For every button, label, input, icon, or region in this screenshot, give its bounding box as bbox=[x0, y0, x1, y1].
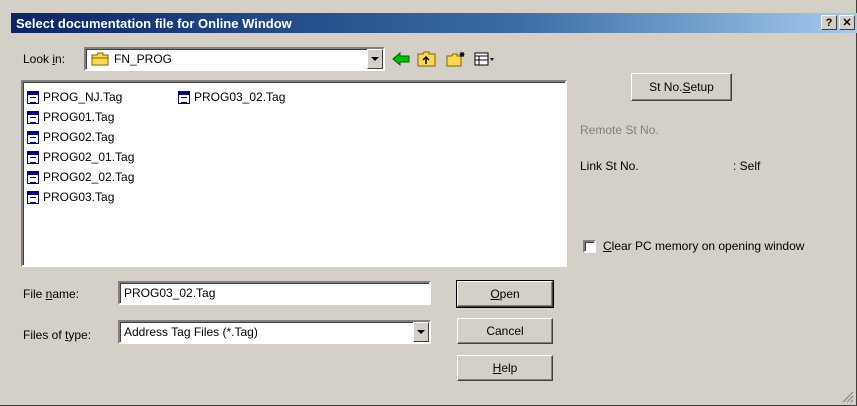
title-bar[interactable]: Select documentation file for Online Win… bbox=[11, 13, 857, 33]
tag-file-icon bbox=[27, 170, 39, 184]
tag-file-icon bbox=[27, 90, 39, 104]
file-name: PROG02.Tag bbox=[43, 130, 115, 144]
file-name: PROG02_02.Tag bbox=[43, 170, 135, 184]
list-item[interactable]: PROG_NJ.Tag bbox=[27, 89, 122, 105]
file-name: PROG03.Tag bbox=[43, 190, 115, 204]
cancel-button[interactable]: Cancel bbox=[457, 318, 553, 344]
chevron-down-icon[interactable] bbox=[367, 49, 383, 69]
help-button[interactable]: Help bbox=[457, 355, 553, 381]
clear-memory-checkbox[interactable] bbox=[583, 240, 596, 253]
tag-file-icon bbox=[27, 150, 39, 164]
file-name: PROG02_01.Tag bbox=[43, 150, 135, 164]
lookin-combo[interactable]: FN_PROG bbox=[84, 47, 385, 71]
up-folder-icon[interactable] bbox=[417, 51, 437, 67]
list-item[interactable]: PROG03.Tag bbox=[27, 189, 114, 205]
list-item[interactable]: PROG01.Tag bbox=[27, 109, 114, 125]
back-arrow-icon[interactable] bbox=[391, 51, 411, 67]
list-item[interactable]: PROG02.Tag bbox=[27, 129, 114, 145]
clear-memory-label[interactable]: Clear PC memory on opening window bbox=[603, 239, 804, 253]
resize-grip-icon[interactable] bbox=[842, 391, 854, 403]
tag-file-icon bbox=[27, 130, 39, 144]
link-st-no-value: : Self bbox=[733, 159, 761, 173]
file-name: PROG01.Tag bbox=[43, 110, 115, 124]
tag-file-icon bbox=[27, 110, 39, 124]
window-title: Select documentation file for Online Win… bbox=[16, 15, 292, 31]
file-list[interactable]: PROG_NJ.Tag PROG01.Tag PROG02.Tag PROG02… bbox=[21, 80, 567, 267]
tag-file-icon bbox=[178, 90, 190, 104]
file-name: PROG03_02.Tag bbox=[194, 90, 286, 104]
filename-input[interactable]: PROG03_02.Tag bbox=[118, 281, 431, 305]
filetype-label: Files of type: bbox=[23, 328, 92, 342]
remote-st-no-label: Remote St No. bbox=[580, 123, 659, 137]
open-button[interactable]: Open bbox=[456, 280, 554, 308]
filetype-select[interactable]: Address Tag Files (*.Tag) bbox=[118, 320, 431, 344]
st-no-setup-button[interactable]: St No. Setup bbox=[631, 73, 732, 101]
filename-value: PROG03_02.Tag bbox=[124, 286, 216, 300]
tag-file-icon bbox=[27, 190, 39, 204]
lookin-label: Look in: bbox=[23, 52, 66, 66]
close-icon[interactable]: ✕ bbox=[839, 15, 855, 30]
link-st-no-label: Link St No. bbox=[580, 159, 639, 173]
file-dialog: Select documentation file for Online Win… bbox=[0, 0, 857, 406]
lookin-value: FN_PROG bbox=[114, 52, 173, 66]
filetype-value: Address Tag Files (*.Tag) bbox=[124, 325, 258, 339]
file-name: PROG_NJ.Tag bbox=[43, 90, 123, 104]
help-icon[interactable]: ? bbox=[821, 15, 837, 30]
list-item[interactable]: PROG03_02.Tag bbox=[178, 89, 285, 105]
chevron-down-icon[interactable] bbox=[413, 322, 429, 342]
list-item[interactable]: PROG02_02.Tag bbox=[27, 169, 134, 185]
filename-label: File name: bbox=[23, 287, 80, 301]
view-menu-icon[interactable] bbox=[474, 51, 496, 67]
folder-icon bbox=[91, 52, 109, 66]
list-item[interactable]: PROG02_01.Tag bbox=[27, 149, 134, 165]
new-folder-icon[interactable] bbox=[446, 51, 466, 67]
